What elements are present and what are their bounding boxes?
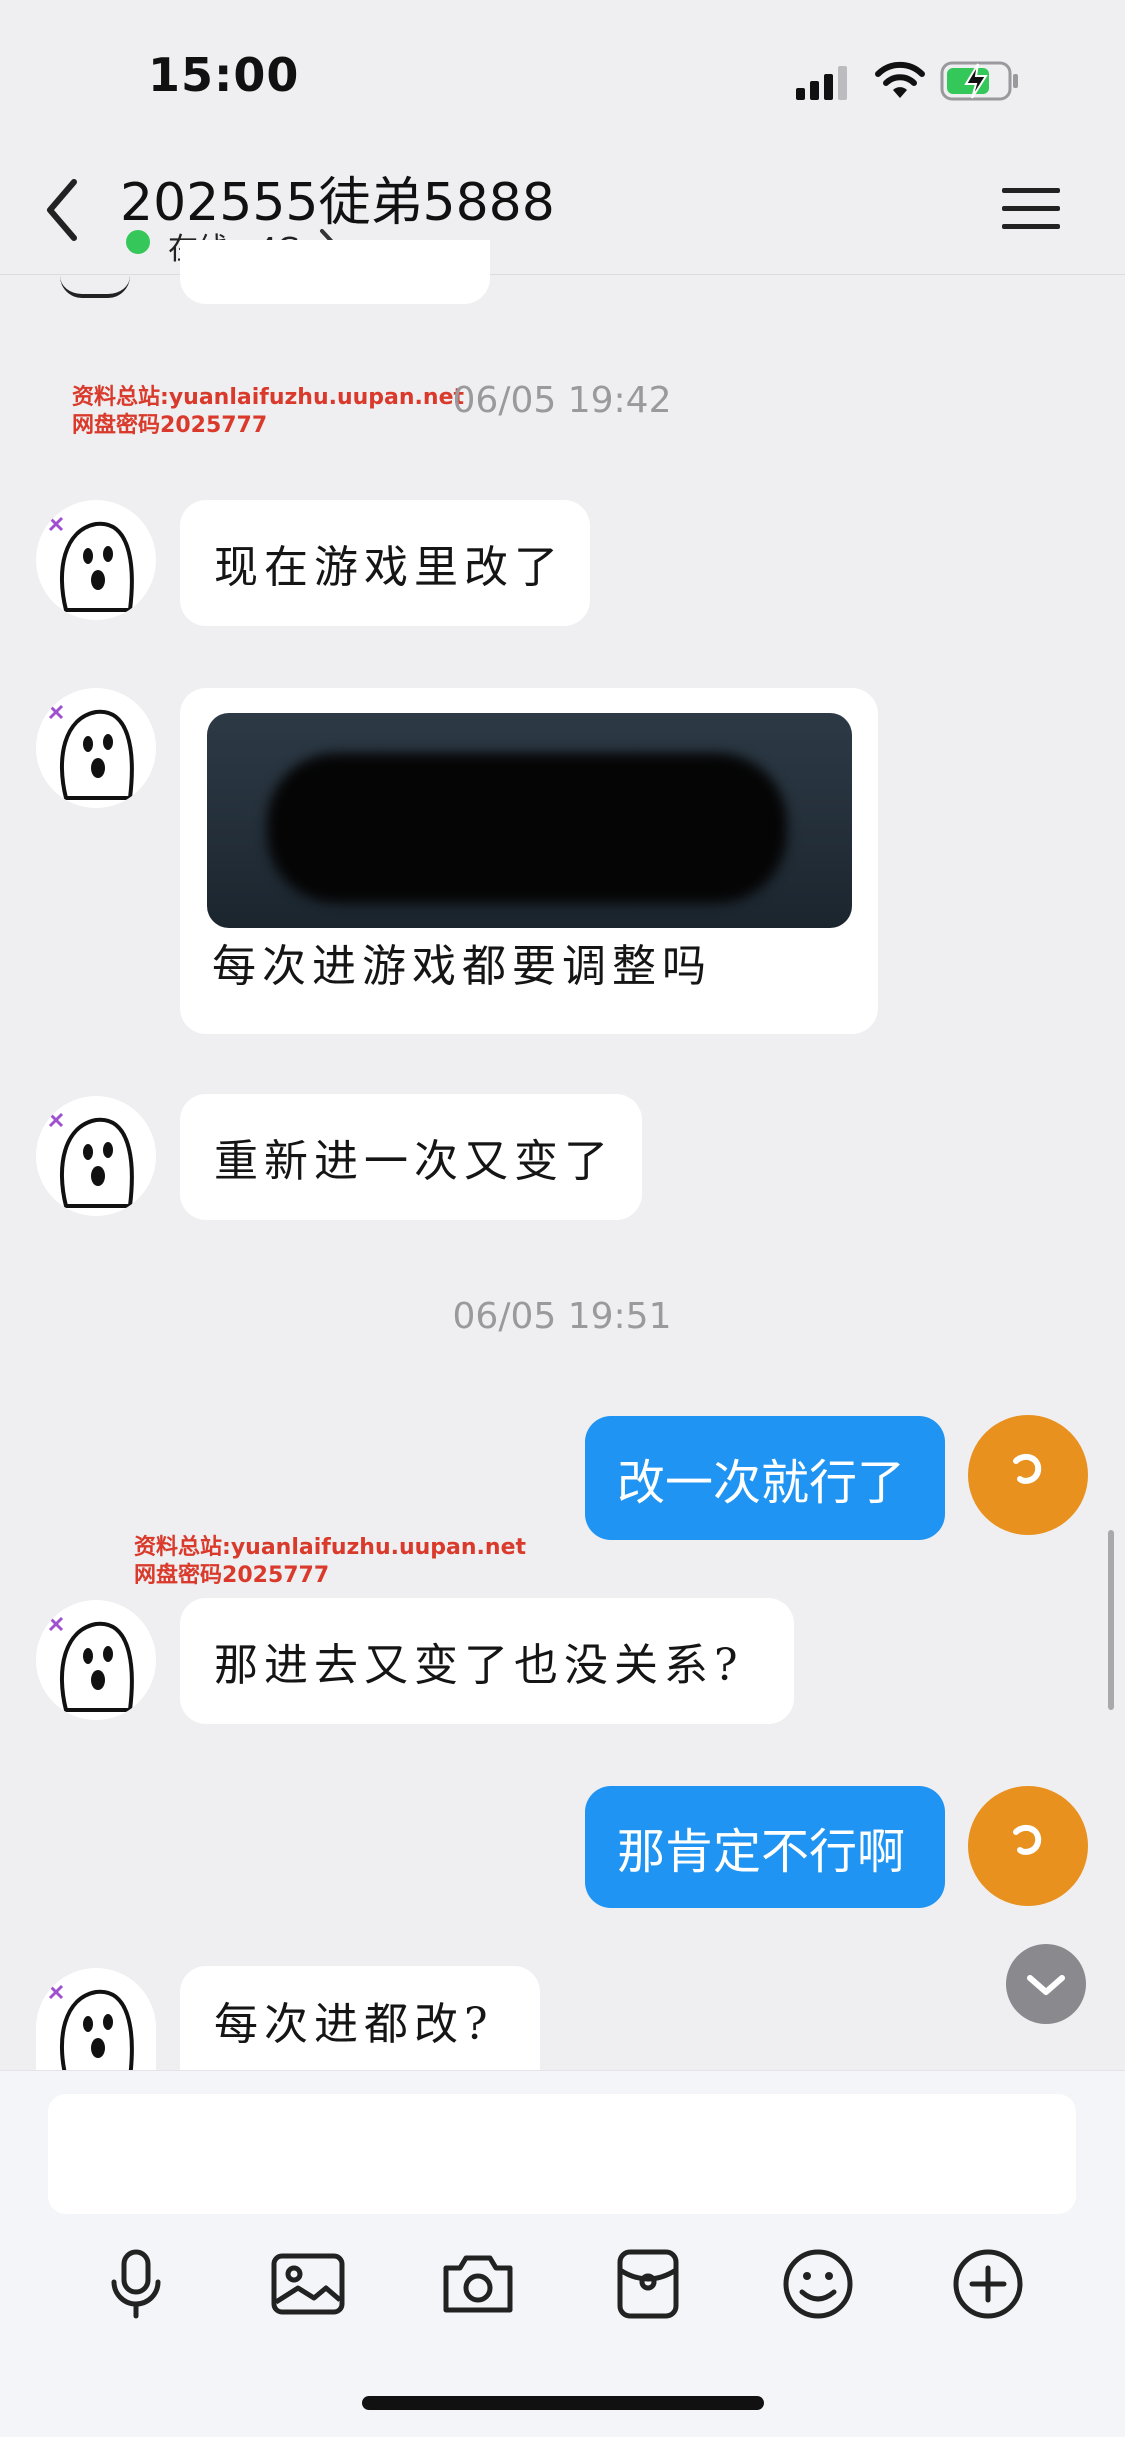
- chevron-down-icon: [1027, 1975, 1065, 1995]
- outgoing-message[interactable]: 那肯定不行啊: [585, 1786, 945, 1908]
- cellular-signal-icon: [796, 66, 847, 100]
- incoming-message[interactable]: 每次进都改?: [180, 1966, 540, 2070]
- incoming-message[interactable]: 重新进一次又变了: [180, 1094, 642, 1220]
- scroll-to-bottom-button[interactable]: [1006, 1944, 1086, 2024]
- online-indicator: [126, 230, 150, 254]
- status-time: 15:00: [148, 48, 300, 102]
- ghost-avatar-icon: [48, 1616, 134, 1712]
- red-packet-icon[interactable]: [608, 2244, 688, 2324]
- partial-avatar: [60, 276, 130, 298]
- timestamp: 06/05 19:51: [452, 1296, 672, 1337]
- menu-icon[interactable]: [1002, 186, 1060, 232]
- microphone-icon[interactable]: [96, 2244, 176, 2324]
- incoming-message-caption: 每次进游戏都要调整吗: [212, 941, 712, 992]
- incoming-message[interactable]: 现在游戏里改了: [180, 500, 590, 626]
- contact-avatar[interactable]: [36, 1968, 156, 2070]
- contact-avatar[interactable]: [36, 688, 156, 808]
- contact-avatar[interactable]: [36, 1096, 156, 1216]
- redacted-image-content: [267, 753, 787, 903]
- own-avatar[interactable]: [968, 1415, 1088, 1535]
- ghost-avatar-icon: [48, 516, 134, 612]
- swirl-avatar-icon: [1013, 1453, 1042, 1484]
- swirl-avatar-icon: [1013, 1824, 1042, 1855]
- message-input[interactable]: [48, 2094, 1076, 2214]
- contact-avatar[interactable]: [36, 1600, 156, 1720]
- ghost-avatar-icon: [48, 1112, 134, 1208]
- image-attachment[interactable]: [207, 713, 852, 928]
- wifi-icon: [875, 61, 925, 98]
- camera-icon[interactable]: [438, 2244, 518, 2324]
- contact-avatar[interactable]: [36, 500, 156, 620]
- incoming-message[interactable]: 那进去又变了也没关系?: [180, 1598, 794, 1724]
- ghost-avatar-icon: [48, 1984, 134, 2070]
- image-icon[interactable]: [268, 2244, 348, 2324]
- partial-message-bubble: [180, 240, 490, 304]
- home-indicator: [362, 2396, 764, 2410]
- own-avatar[interactable]: [968, 1786, 1088, 1906]
- battery-charging-icon: [940, 61, 1018, 101]
- outgoing-message[interactable]: 改一次就行了: [585, 1416, 945, 1540]
- scrollbar[interactable]: [1108, 1530, 1114, 1710]
- emoji-icon[interactable]: [778, 2244, 858, 2324]
- timestamp: 06/05 19:42: [452, 380, 672, 421]
- ghost-avatar-icon: [48, 704, 134, 800]
- back-arrow-icon[interactable]: [42, 178, 82, 242]
- watermark: 资料总站:yuanlaifuzhu.uupan.net 网盘密码2025777: [134, 1535, 527, 1588]
- plus-icon[interactable]: [948, 2244, 1028, 2324]
